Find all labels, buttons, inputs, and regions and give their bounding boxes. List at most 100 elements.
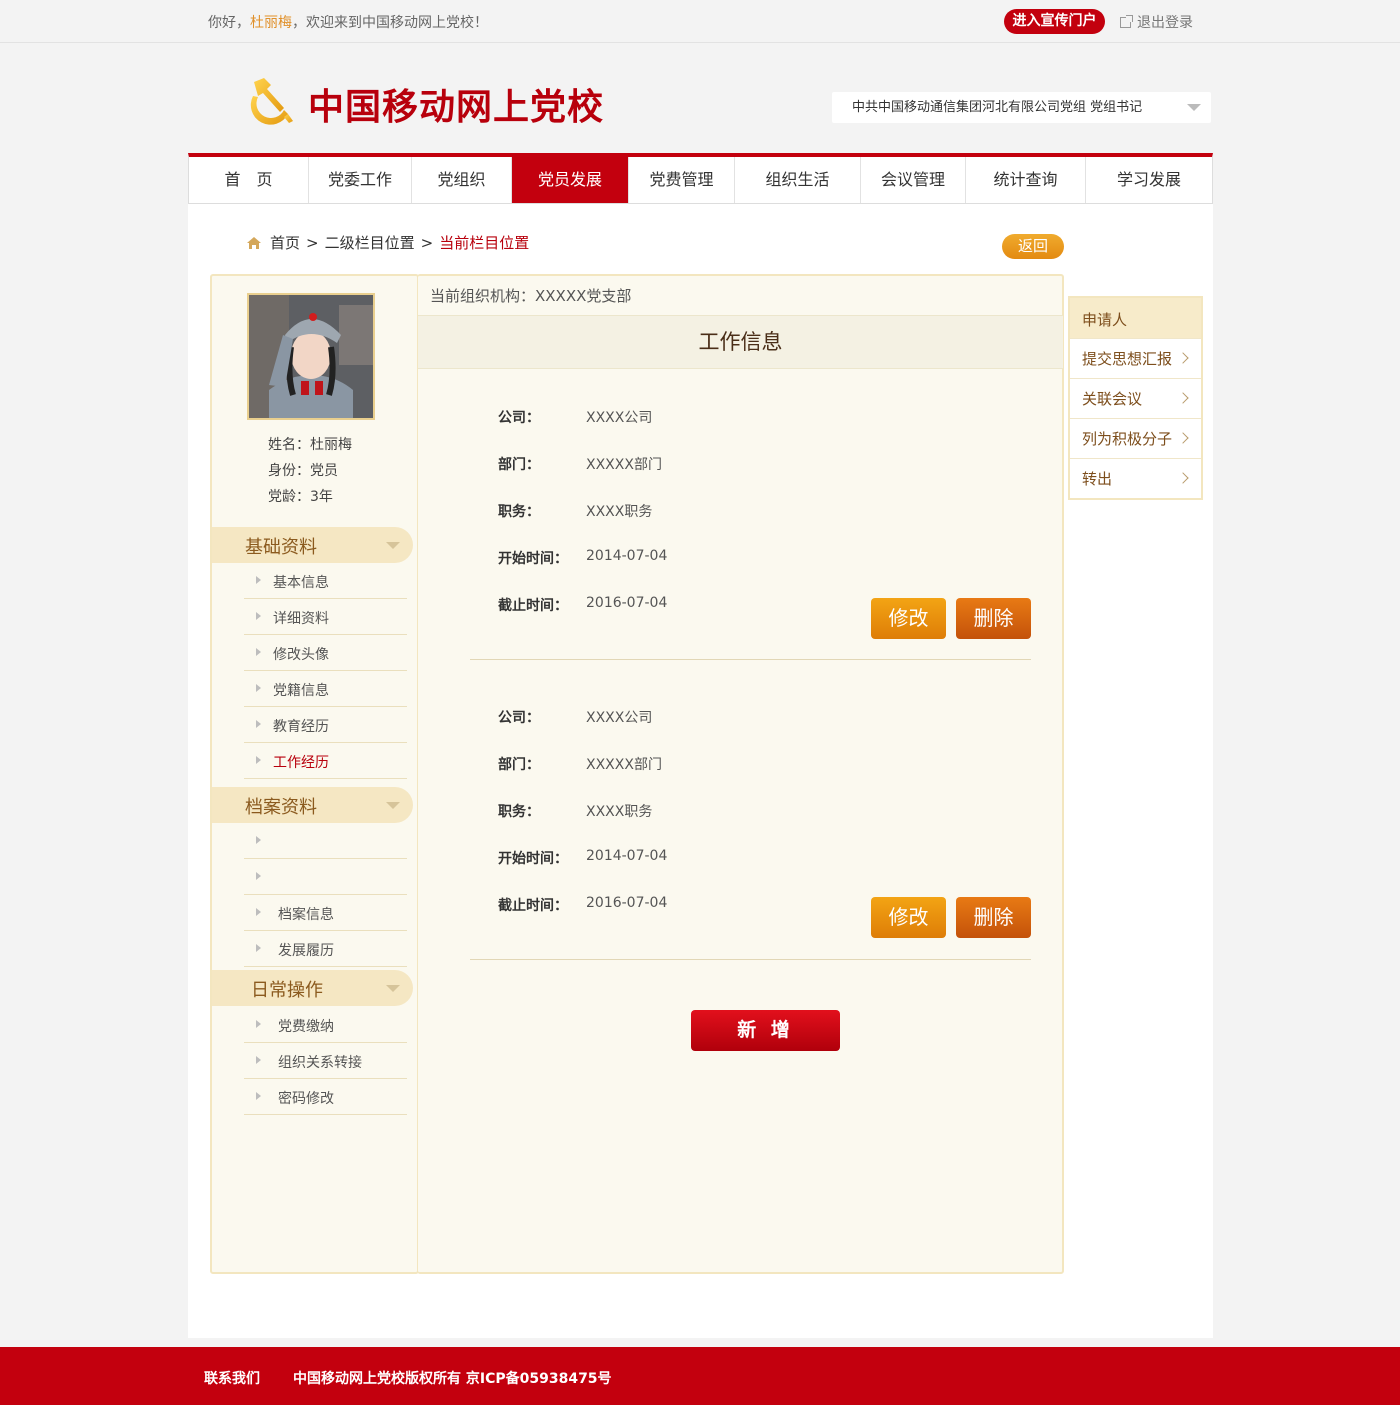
sidebar-item-basic-info[interactable]: 基本信息: [244, 563, 407, 599]
breadcrumb-level2[interactable]: 二级栏目位置: [325, 234, 415, 252]
greeting-prefix: 你好，: [208, 15, 250, 31]
main-nav: 首 页 党委工作 党组织 党员发展 党费管理 组织生活 会议管理 统计查询 学习…: [188, 153, 1213, 204]
field-value-position: XXXX职务: [586, 504, 653, 520]
sidebar-item-archive-info[interactable]: 档案信息: [244, 895, 407, 931]
logout-label: 退出登录: [1137, 15, 1193, 31]
sidebar-item-label: 教育经历: [273, 719, 329, 735]
delete-button[interactable]: 删除: [956, 598, 1031, 639]
chevron-right-icon: [1177, 352, 1189, 364]
nav-item-party-committee[interactable]: 党委工作: [309, 157, 412, 203]
menu-item-label: 提交思想汇报: [1082, 350, 1173, 368]
delete-button[interactable]: 删除: [956, 897, 1031, 938]
field-label-end-date: 截止时间：: [498, 898, 568, 914]
enter-portal-button[interactable]: 进入宣传门户: [1004, 9, 1105, 34]
nav-item-meetings[interactable]: 会议管理: [861, 157, 966, 203]
avatar-image: [249, 295, 373, 418]
applicant-menu-title: 申请人: [1070, 298, 1201, 338]
profile-role: 身份：党员: [268, 463, 338, 479]
nav-item-home[interactable]: 首 页: [189, 157, 309, 203]
bullet-arrow-icon: [256, 576, 261, 584]
sidebar-item-label: 发展履历: [278, 943, 334, 959]
nav-item-dues[interactable]: 党费管理: [629, 157, 735, 203]
sidebar-item-label: 工作经历: [273, 755, 329, 771]
username[interactable]: 杜丽梅: [250, 15, 292, 31]
profile-party-age: 党龄：3年: [268, 489, 333, 505]
sidebar-item-party-membership[interactable]: 党籍信息: [244, 671, 407, 707]
field-label-position: 职务：: [498, 504, 540, 520]
sidebar-item-label: 党费缴纳: [278, 1019, 334, 1035]
bullet-arrow-icon: [256, 648, 261, 656]
menu-item-label: 列为积极分子: [1082, 430, 1173, 448]
section-archives[interactable]: 档案资料: [212, 787, 413, 823]
content-area: 首页 > 二级栏目位置 > 当前栏目位置 返回 姓名：杜丽梅 身份：党员 党龄：…: [188, 204, 1213, 1338]
field-label-end-date: 截止时间：: [498, 598, 568, 614]
copyright-text: 中国移动网上党校版权所有 京ICP备05938475号: [293, 1371, 612, 1387]
page-title: 工作信息: [418, 315, 1063, 369]
sidebar-item-empty[interactable]: [244, 823, 407, 859]
sidebar-item-org-transfer[interactable]: 组织关系转接: [244, 1043, 407, 1079]
sidebar-item-development-history[interactable]: 发展履历: [244, 931, 407, 967]
field-value-department: XXXXX部门: [586, 457, 662, 473]
breadcrumb: 首页 > 二级栏目位置 > 当前栏目位置: [246, 232, 529, 253]
field-label-start-date: 开始时间：: [498, 551, 568, 567]
edit-button[interactable]: 修改: [871, 897, 946, 938]
sidebar-item-label: 党籍信息: [273, 683, 329, 699]
nav-item-party-org[interactable]: 党组织: [412, 157, 512, 203]
sidebar-item-change-password[interactable]: 密码修改: [244, 1079, 407, 1115]
field-value-company: XXXX公司: [586, 710, 653, 726]
organization-select[interactable]: 中共中国移动通信集团河北有限公司党组 党组书记: [832, 92, 1211, 123]
menu-item-submit-report[interactable]: 提交思想汇报: [1070, 338, 1201, 378]
bullet-arrow-icon: [256, 872, 261, 880]
bullet-arrow-icon: [256, 684, 261, 692]
bullet-arrow-icon: [256, 836, 261, 844]
sidebar-item-education[interactable]: 教育经历: [244, 707, 407, 743]
section-daily-operations[interactable]: 日常操作: [212, 970, 413, 1006]
contact-us-link[interactable]: 联系我们: [204, 1368, 260, 1388]
bullet-arrow-icon: [256, 908, 261, 916]
menu-item-related-meetings[interactable]: 关联会议: [1070, 378, 1201, 418]
bullet-arrow-icon: [256, 1092, 261, 1100]
external-link-icon: [1120, 15, 1133, 28]
breadcrumb-separator: >: [306, 234, 319, 252]
profile-name: 姓名：杜丽梅: [268, 437, 352, 453]
sidebar-item-dues-payment[interactable]: 党费缴纳: [244, 1007, 407, 1043]
field-value-department: XXXXX部门: [586, 757, 662, 773]
sidebar-item-change-avatar[interactable]: 修改头像: [244, 635, 407, 671]
chevron-right-icon: [1177, 392, 1189, 404]
field-label-department: 部门：: [498, 457, 540, 473]
add-button[interactable]: 新 增: [691, 1010, 840, 1051]
footer: 联系我们 中国移动网上党校版权所有 京ICP备05938475号: [0, 1347, 1400, 1405]
field-label-company: 公司：: [498, 710, 540, 726]
section-basic-info[interactable]: 基础资料: [212, 527, 413, 563]
back-button[interactable]: 返回: [1002, 234, 1064, 259]
home-icon: [247, 237, 261, 249]
applicant-menu: 申请人 提交思想汇报 关联会议 列为积极分子 转出: [1068, 296, 1203, 500]
field-value-position: XXXX职务: [586, 804, 653, 820]
breadcrumb-current: 当前栏目位置: [439, 234, 530, 252]
chevron-down-icon: [386, 542, 400, 549]
field-value-end-date: 2016-07-04: [586, 595, 668, 611]
nav-item-statistics[interactable]: 统计查询: [966, 157, 1086, 203]
nav-item-org-life[interactable]: 组织生活: [735, 157, 861, 203]
sidebar-item-label: 密码修改: [278, 1091, 334, 1107]
menu-item-mark-activist[interactable]: 列为积极分子: [1070, 418, 1201, 458]
menu-item-transfer-out[interactable]: 转出: [1070, 458, 1201, 498]
field-value-start-date: 2014-07-04: [586, 848, 668, 864]
nav-item-learning[interactable]: 学习发展: [1086, 157, 1212, 203]
nav-item-member-development[interactable]: 党员发展: [512, 157, 629, 203]
sidebar-item-empty[interactable]: [244, 859, 407, 895]
edit-button[interactable]: 修改: [871, 598, 946, 639]
field-value-start-date: 2014-07-04: [586, 548, 668, 564]
field-label-position: 职务：: [498, 804, 540, 820]
menu-item-label: 转出: [1082, 470, 1113, 488]
sidebar-item-detailed-info[interactable]: 详细资料: [244, 599, 407, 635]
bullet-arrow-icon: [256, 756, 261, 764]
sidebar-item-work-experience[interactable]: 工作经历: [244, 743, 407, 779]
sidebar-item-label: 档案信息: [278, 907, 334, 923]
main-panel: 当前组织机构：XXXXX党支部 工作信息 公司： XXXX公司 部门： XXXX…: [417, 274, 1064, 1274]
greeting: 你好，杜丽梅，欢迎来到中国移动网上党校！: [208, 12, 488, 32]
left-sidebar: 姓名：杜丽梅 身份：党员 党龄：3年 基础资料 基本信息 详细资料 修改头像 党…: [210, 274, 419, 1274]
chevron-right-icon: [1177, 472, 1189, 484]
logout-link[interactable]: 退出登录: [1120, 12, 1193, 32]
breadcrumb-home[interactable]: 首页: [270, 234, 300, 252]
